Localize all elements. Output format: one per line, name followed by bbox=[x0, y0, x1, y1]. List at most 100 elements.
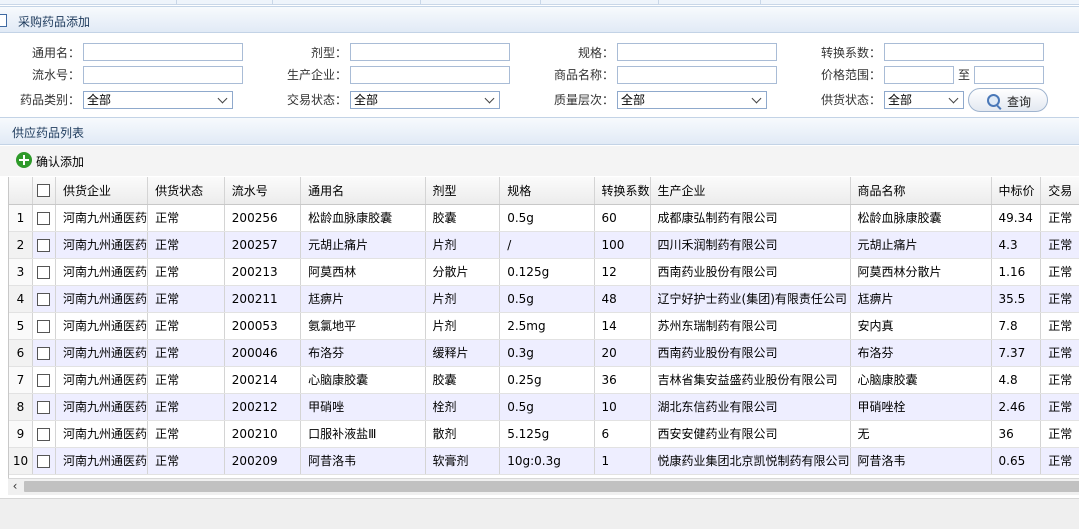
row-checkbox[interactable] bbox=[37, 373, 51, 387]
row-number: 1 bbox=[9, 204, 33, 232]
conversion-factor-input[interactable] bbox=[884, 43, 1044, 61]
table-row[interactable]: 8 河南九州通医药 正常 200212 甲硝唑 栓剂 0.5g 10 湖北东信药业有限公司 甲硝唑… bbox=[9, 393, 1079, 421]
cell-manufacturer: 四川禾润制药有限公司 bbox=[650, 231, 851, 259]
chevron-left-icon[interactable]: ‹ bbox=[8, 479, 22, 495]
row-checkbox[interactable] bbox=[37, 319, 51, 333]
row-checkbox[interactable] bbox=[37, 238, 51, 252]
cell-spec: 0.5g bbox=[499, 393, 595, 421]
row-select-cell[interactable] bbox=[32, 393, 57, 421]
table-row[interactable]: 3 河南九州通医药 正常 200213 阿莫西林 分散片 0.125g 12 西南药业股份有限公… bbox=[9, 258, 1079, 286]
col-header-supplier[interactable]: 供货企业 bbox=[55, 177, 149, 205]
cell-supply-status: 正常 bbox=[147, 393, 225, 421]
col-header-bid-price[interactable]: 中标价 bbox=[991, 177, 1042, 205]
row-select-cell[interactable] bbox=[32, 258, 57, 286]
cell-conversion: 48 bbox=[594, 285, 651, 313]
cell-trade: 正常 bbox=[1040, 393, 1079, 421]
cell-dosage-form: 胶囊 bbox=[425, 366, 501, 394]
table-row[interactable]: 7 河南九州通医药 正常 200214 心脑康胶囊 胶囊 0.25g 36 吉林省集安益盛药业股… bbox=[9, 366, 1079, 394]
spec-input[interactable] bbox=[617, 43, 777, 61]
table-row[interactable]: 9 河南九州通医药 正常 200210 口服补液盐Ⅲ 散剂 5.125g 6 西安安健药业有限公… bbox=[9, 420, 1079, 448]
row-checkbox[interactable] bbox=[37, 265, 51, 279]
col-header-trade[interactable]: 交易 bbox=[1040, 177, 1079, 205]
col-header-supply-status[interactable]: 供货状态 bbox=[147, 177, 225, 205]
tab-divider bbox=[420, 0, 421, 4]
cell-spec: 0.125g bbox=[499, 258, 595, 286]
query-button[interactable]: 查询 bbox=[968, 88, 1048, 112]
row-checkbox[interactable] bbox=[37, 454, 51, 468]
cell-spec: 0.3g bbox=[499, 339, 595, 367]
scrollbar-thumb[interactable] bbox=[24, 481, 1079, 492]
cell-serial: 200053 bbox=[224, 312, 302, 340]
row-select-cell[interactable] bbox=[32, 447, 57, 475]
cell-supplier: 河南九州通医药 bbox=[55, 204, 149, 232]
cell-generic-name: 氨氯地平 bbox=[300, 312, 426, 340]
col-header-manufacturer[interactable]: 生产企业 bbox=[650, 177, 851, 205]
trade-status-select[interactable]: 全部 bbox=[350, 91, 500, 109]
col-header-conversion[interactable]: 转换系数 bbox=[594, 177, 651, 205]
cell-conversion: 12 bbox=[594, 258, 651, 286]
cell-serial: 200046 bbox=[224, 339, 302, 367]
cell-bid-price: 1.16 bbox=[991, 258, 1042, 286]
row-checkbox[interactable] bbox=[37, 211, 51, 225]
cell-dosage-form: 散剂 bbox=[425, 420, 501, 448]
drug-category-label: 药品类别： bbox=[19, 93, 80, 107]
cell-spec: 10g:0.3g bbox=[499, 447, 595, 475]
price-min-input[interactable] bbox=[884, 66, 954, 84]
horizontal-scrollbar[interactable]: ‹ bbox=[8, 478, 1079, 495]
table-header-row: 供货企业 供货状态 流水号 通用名 剂型 规格 转换系数 生产企业 商品名称 中… bbox=[9, 177, 1079, 205]
cell-serial: 200209 bbox=[224, 447, 302, 475]
row-select-cell[interactable] bbox=[32, 285, 57, 313]
cell-generic-name: 阿昔洛韦 bbox=[300, 447, 426, 475]
cell-manufacturer: 成都康弘制药有限公司 bbox=[650, 204, 851, 232]
cell-supply-status: 正常 bbox=[147, 366, 225, 394]
table-row[interactable]: 10 河南九州通医药 正常 200209 阿昔洛韦 软膏剂 10g:0.3g 1 悦康药业集团北… bbox=[9, 447, 1079, 475]
top-tab-strip bbox=[0, 0, 1079, 5]
row-checkbox[interactable] bbox=[37, 427, 51, 441]
cell-dosage-form: 软膏剂 bbox=[425, 447, 501, 475]
dosage-form-input[interactable] bbox=[350, 43, 510, 61]
table-row[interactable]: 6 河南九州通医药 正常 200046 布洛芬 缓释片 0.3g 20 西南药业股份有限公司 布洛… bbox=[9, 339, 1079, 367]
tab-divider bbox=[540, 0, 541, 4]
col-header-dosage-form[interactable]: 剂型 bbox=[425, 177, 501, 205]
col-header-trade-name[interactable]: 商品名称 bbox=[850, 177, 992, 205]
col-header-spec[interactable]: 规格 bbox=[499, 177, 595, 205]
table-row[interactable]: 2 河南九州通医药 正常 200257 元胡止痛片 片剂/100 四川禾润制药有限公司 元胡止… bbox=[9, 231, 1079, 259]
cell-trade: 正常 bbox=[1040, 285, 1079, 313]
table-row[interactable]: 5 河南九州通医药 正常 200053 氨氯地平 片剂 2.5mg 14 苏州东瑞制药有限公司安… bbox=[9, 312, 1079, 340]
cell-trade-name: 无 bbox=[850, 420, 992, 448]
price-max-input[interactable] bbox=[974, 66, 1044, 84]
cell-trade-name: 心脑康胶囊 bbox=[850, 366, 992, 394]
table-row[interactable]: 4 河南九州通医药 正常 200211 尪痹片 片剂 0.5g 48 辽宁好护士药业(集团)有限… bbox=[9, 285, 1079, 313]
trade-name-input[interactable] bbox=[617, 66, 777, 84]
drug-category-select[interactable]: 全部 bbox=[83, 91, 233, 109]
cell-trade-name: 布洛芬 bbox=[850, 339, 992, 367]
row-select-cell[interactable] bbox=[32, 339, 57, 367]
row-select-cell[interactable] bbox=[32, 204, 57, 232]
manufacturer-label: 生产企业： bbox=[286, 68, 347, 82]
row-select-cell[interactable] bbox=[32, 420, 57, 448]
row-select-cell[interactable] bbox=[32, 312, 57, 340]
generic-name-input[interactable] bbox=[83, 43, 243, 61]
cell-bid-price: 4.8 bbox=[991, 366, 1042, 394]
query-button-label: 查询 bbox=[1007, 95, 1032, 109]
cell-supply-status: 正常 bbox=[147, 339, 225, 367]
cell-manufacturer: 吉林省集安益盛药业股份有限公司 bbox=[650, 366, 851, 394]
col-header-serial[interactable]: 流水号 bbox=[224, 177, 302, 205]
table-row[interactable]: 1 河南九州通医药 正常 200256 松龄血脉康胶囊 胶囊 0.5g 60 成都康弘制药有限公… bbox=[9, 204, 1079, 232]
select-all-checkbox[interactable] bbox=[37, 184, 51, 198]
conversion-factor-label: 转换系数： bbox=[820, 46, 881, 60]
row-checkbox[interactable] bbox=[37, 400, 51, 414]
select-all-cell[interactable] bbox=[32, 177, 57, 205]
supply-status-select[interactable]: 全部 bbox=[884, 91, 964, 109]
row-select-cell[interactable] bbox=[32, 231, 57, 259]
row-checkbox[interactable] bbox=[37, 346, 51, 360]
row-select-cell[interactable] bbox=[32, 366, 57, 394]
serial-number-label: 流水号： bbox=[31, 68, 80, 82]
col-header-generic-name[interactable]: 通用名 bbox=[300, 177, 426, 205]
cell-bid-price: 0.65 bbox=[991, 447, 1042, 475]
dosage-form-label: 剂型： bbox=[310, 46, 347, 60]
quality-level-select[interactable]: 全部 bbox=[617, 91, 767, 109]
manufacturer-input[interactable] bbox=[350, 66, 510, 84]
serial-number-input[interactable] bbox=[83, 66, 243, 84]
row-checkbox[interactable] bbox=[37, 292, 51, 306]
